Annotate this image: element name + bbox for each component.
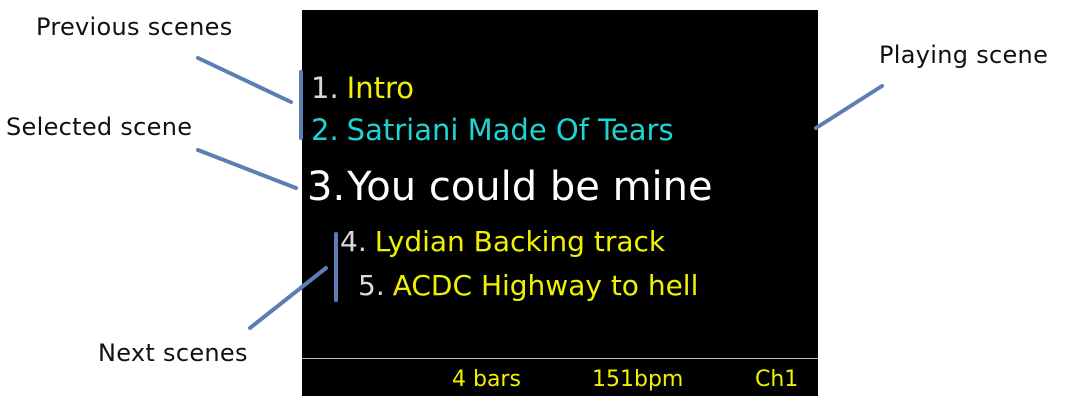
scene-number: 1. xyxy=(311,71,339,105)
scene-number: 4. xyxy=(340,225,367,258)
scene-title: You could be mine xyxy=(347,164,713,210)
scene-number: 2. xyxy=(311,113,339,147)
status-tempo: 151bpm xyxy=(592,367,684,392)
scene-number: 5. xyxy=(358,269,385,302)
scene-item-selected[interactable]: 3.You could be mine xyxy=(307,162,713,212)
callout-next-scenes: Next scenes xyxy=(98,339,248,367)
callout-previous-scenes: Previous scenes xyxy=(36,13,233,41)
status-channel: Ch1 xyxy=(755,367,799,392)
callout-selected-scene: Selected scene xyxy=(6,113,193,141)
scene-item-next[interactable]: 4. Lydian Backing track xyxy=(340,224,665,260)
selected-scene-leader xyxy=(196,148,298,190)
scene-item-playing[interactable]: 2. Satriani Made Of Tears xyxy=(311,112,674,148)
status-divider xyxy=(302,358,818,359)
status-bars: 4 bars xyxy=(452,367,521,392)
scene-item-previous[interactable]: 1. Intro xyxy=(311,70,414,106)
scene-item-next[interactable]: 5. ACDC Highway to hell xyxy=(358,268,698,304)
callout-playing-scene: Playing scene xyxy=(879,41,1049,69)
playing-scene-leader xyxy=(814,84,884,130)
scene-number: 3. xyxy=(307,164,346,210)
previous-scenes-leader xyxy=(196,56,293,104)
scene-title: Intro xyxy=(346,71,415,105)
scene-title: ACDC Highway to hell xyxy=(392,269,699,302)
scene-title: Satriani Made Of Tears xyxy=(346,113,674,147)
scene-title: Lydian Backing track xyxy=(374,225,666,258)
device-screen: 1. Intro 2. Satriani Made Of Tears 3.You c… xyxy=(302,10,818,396)
